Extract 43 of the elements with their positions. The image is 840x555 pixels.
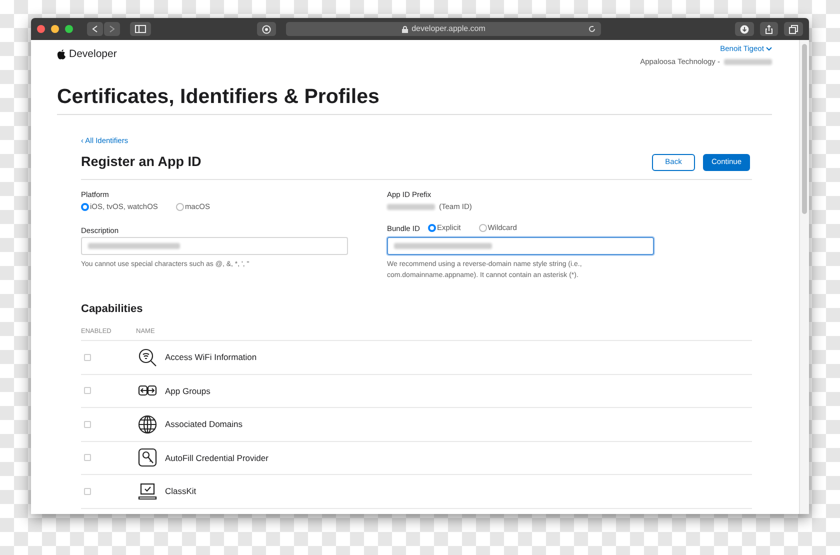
maximize-icon[interactable] xyxy=(65,25,73,33)
magnifier-icon xyxy=(138,348,157,367)
tabs-icon[interactable] xyxy=(784,22,803,36)
download-icon[interactable] xyxy=(735,22,754,36)
checkbox[interactable] xyxy=(84,488,91,495)
laptop-icon xyxy=(138,482,157,501)
reload-icon[interactable] xyxy=(588,25,596,33)
address-bar[interactable]: developer.apple.com xyxy=(286,22,601,36)
form-title: Register an App ID xyxy=(81,154,202,170)
radio-button[interactable] xyxy=(176,202,184,211)
share-icon[interactable] xyxy=(760,22,778,36)
globe-icon xyxy=(138,414,157,434)
checkbox[interactable] xyxy=(84,454,91,462)
key-icon xyxy=(138,448,157,468)
sidebar-icon[interactable] xyxy=(130,22,151,36)
capability-name: App Groups xyxy=(165,386,210,396)
checkbox[interactable] xyxy=(84,420,91,428)
chevron-icon xyxy=(766,47,772,52)
redacted-team-id xyxy=(724,58,772,64)
forward-icon[interactable] xyxy=(104,22,120,36)
brand-name: Developer xyxy=(69,48,117,62)
close-icon[interactable] xyxy=(37,25,45,33)
radio-button[interactable] xyxy=(428,224,436,232)
description-field[interactable] xyxy=(81,236,348,255)
apple-icon xyxy=(57,49,66,60)
bundle-id-field[interactable] xyxy=(387,236,654,255)
capability-name: Associated Domains xyxy=(165,419,242,430)
url-text: developer.apple.com xyxy=(412,23,486,35)
section-title: Capabilities xyxy=(81,302,144,316)
lock-icon xyxy=(402,26,408,32)
scrollbar-thumb[interactable] xyxy=(802,44,807,214)
page-title: Certificates, Identifiers & Profiles xyxy=(57,86,772,115)
capability-name: ClassKit xyxy=(165,486,196,497)
privacy-icon[interactable] xyxy=(257,22,276,36)
minimize-icon[interactable] xyxy=(51,25,59,33)
capability-name: AutoFill Credential Provider xyxy=(165,452,268,464)
back-icon[interactable] xyxy=(87,22,103,36)
redacted-prefix xyxy=(387,204,435,210)
radio-button[interactable] xyxy=(478,224,487,232)
capability-name: Access WiFi Information xyxy=(165,352,257,363)
radio-button[interactable] xyxy=(81,202,89,211)
checkbox[interactable] xyxy=(84,387,91,394)
checkbox[interactable] xyxy=(84,354,91,361)
